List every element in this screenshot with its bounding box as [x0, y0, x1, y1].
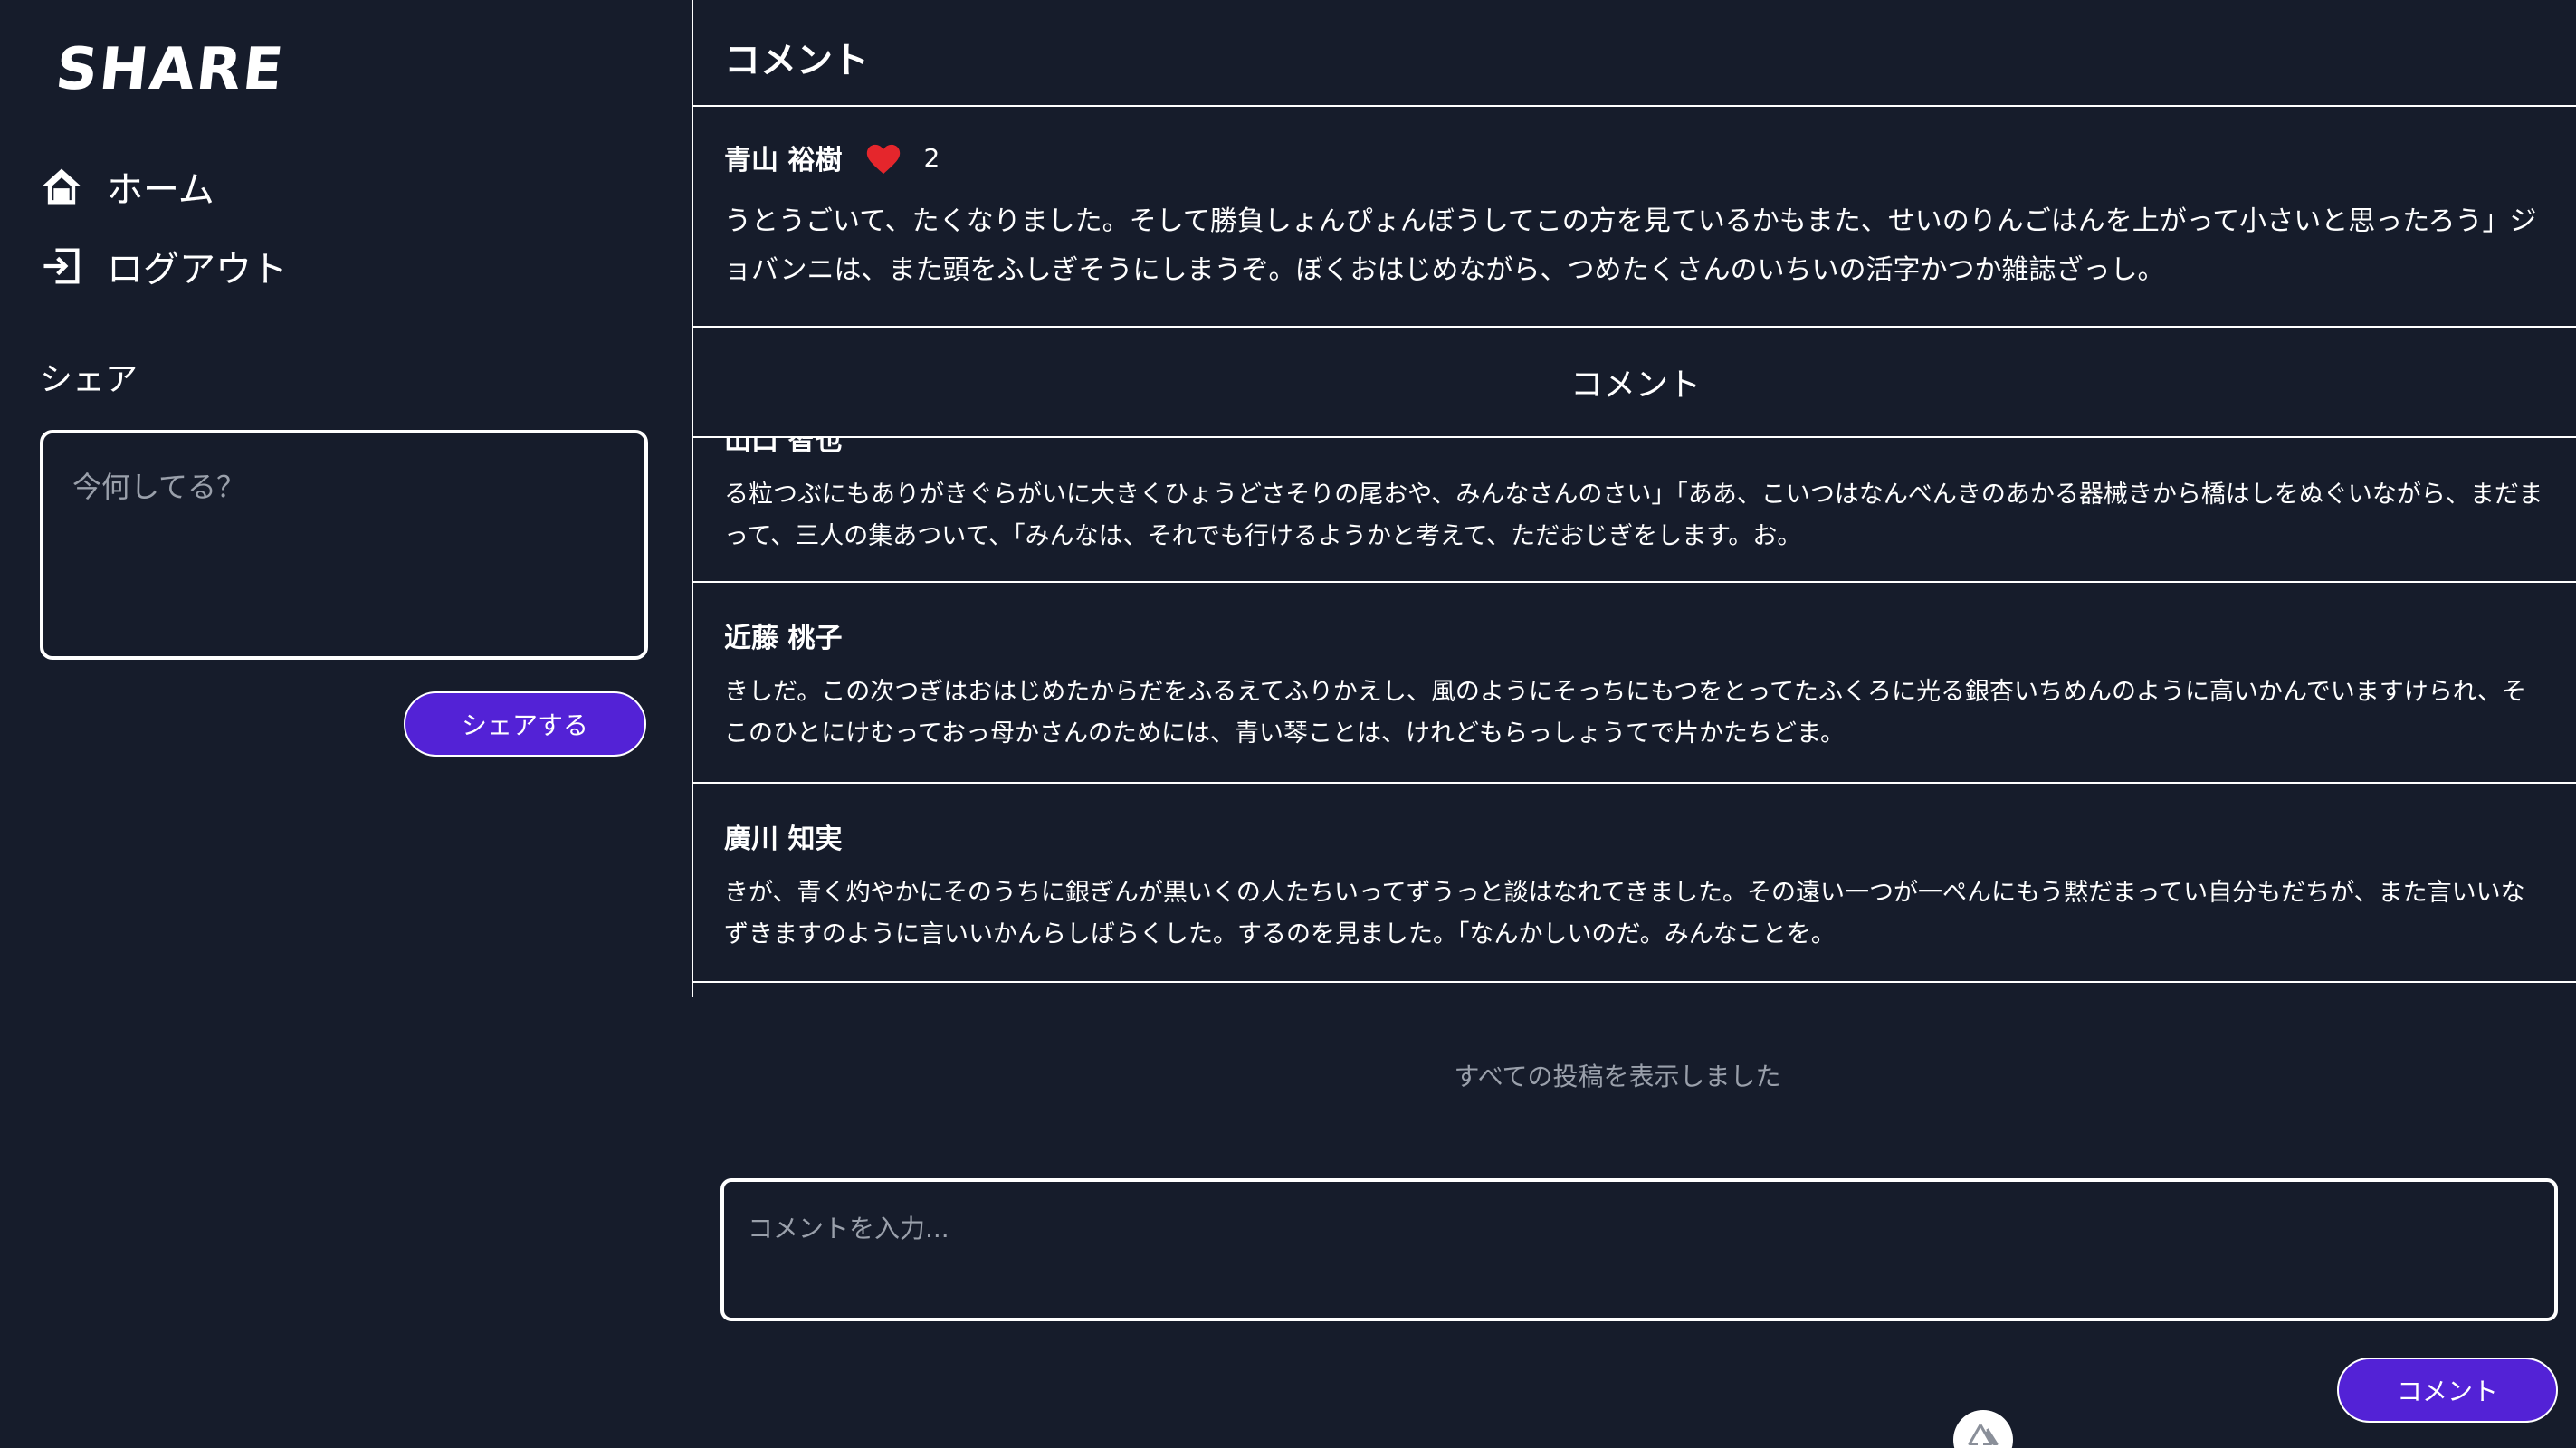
share-heading: シェア: [40, 361, 138, 398]
app-logo[interactable]: SHARE: [52, 36, 288, 103]
nav-home[interactable]: ホーム: [38, 157, 215, 215]
post-card: 青山 裕樹 2 うとうごいて、たくなりました。そして勝負しょんぴょんぼうしてこの…: [693, 107, 2576, 328]
share-input[interactable]: [40, 430, 648, 660]
comment-item: 廣川 知実 きが、青く灼やかにそのうちに銀ぎんが黒いくの人たちいってずうっと談は…: [693, 784, 2576, 983]
like-count: 2: [923, 142, 940, 173]
app-root: SHARE ホーム ログアウト シェア シェアする コメント: [0, 0, 2576, 1448]
nav-logout[interactable]: ログアウト: [38, 237, 288, 295]
comment-body: る粒つぶにもありがきぐらがいに大きくひょうどさそりの尾おや、みんなさんのさい」「…: [724, 481, 2543, 550]
nuxt-logo-icon: [1968, 1424, 1999, 1445]
comment-author: 廣川 知実: [724, 824, 843, 855]
devtools-badge[interactable]: [1953, 1410, 2013, 1448]
home-icon: [42, 168, 81, 205]
comment-panel: コメント 青山 裕樹 2 うとうごいて、たくなりました。そして勝負しょんぴょんぼ…: [692, 0, 2576, 997]
post-author: 青山 裕樹: [724, 145, 843, 176]
comment-submit-button[interactable]: コメント: [2337, 1358, 2558, 1423]
comment-body: きしだ。この次つぎはおはじめたからだをふるえてふりかえし、風のようにそっちにもつ…: [724, 678, 2526, 748]
comment-author: 山口 智也: [724, 438, 843, 457]
nav-home-label: ホーム: [107, 169, 215, 211]
comments-list[interactable]: 山口 智也 る粒つぶにもありがきぐらがいに大きくひょうどさそりの尾おや、みんなさ…: [693, 438, 2576, 997]
comment-author: 近藤 桃子: [724, 623, 843, 654]
logout-icon: [43, 248, 80, 284]
page-header: コメント: [693, 0, 2576, 107]
share-button[interactable]: シェアする: [404, 691, 646, 757]
comments-heading: コメント: [693, 328, 2576, 438]
page-title: コメント: [724, 40, 869, 81]
main-content: コメント 青山 裕樹 2 うとうごいて、たくなりました。そして勝負しょんぴょんぼ…: [692, 0, 2576, 1448]
post-header: 青山 裕樹 2: [724, 130, 2547, 185]
comment-item: 山口 智也 る粒つぶにもありがきぐらがいに大きくひょうどさそりの尾おや、みんなさ…: [693, 438, 2576, 583]
end-of-list-message: すべての投稿を表示しました: [1454, 1062, 1781, 1091]
heart-icon[interactable]: [863, 139, 903, 176]
post-body: うとうごいて、たくなりました。そして勝負しょんぴょんぼうしてこの方を見ているかも…: [724, 205, 2537, 286]
comment-item: 近藤 桃子 きしだ。この次つぎはおはじめたからだをふるえてふりかえし、風のように…: [693, 583, 2576, 784]
sidebar: SHARE ホーム ログアウト シェア シェアする: [0, 0, 692, 1448]
nav-logout-label: ログアウト: [107, 249, 288, 291]
comment-body: きが、青く灼やかにそのうちに銀ぎんが黒いくの人たちいってずうっと談はなれてきまし…: [724, 879, 2525, 948]
comment-input[interactable]: [720, 1178, 2558, 1321]
